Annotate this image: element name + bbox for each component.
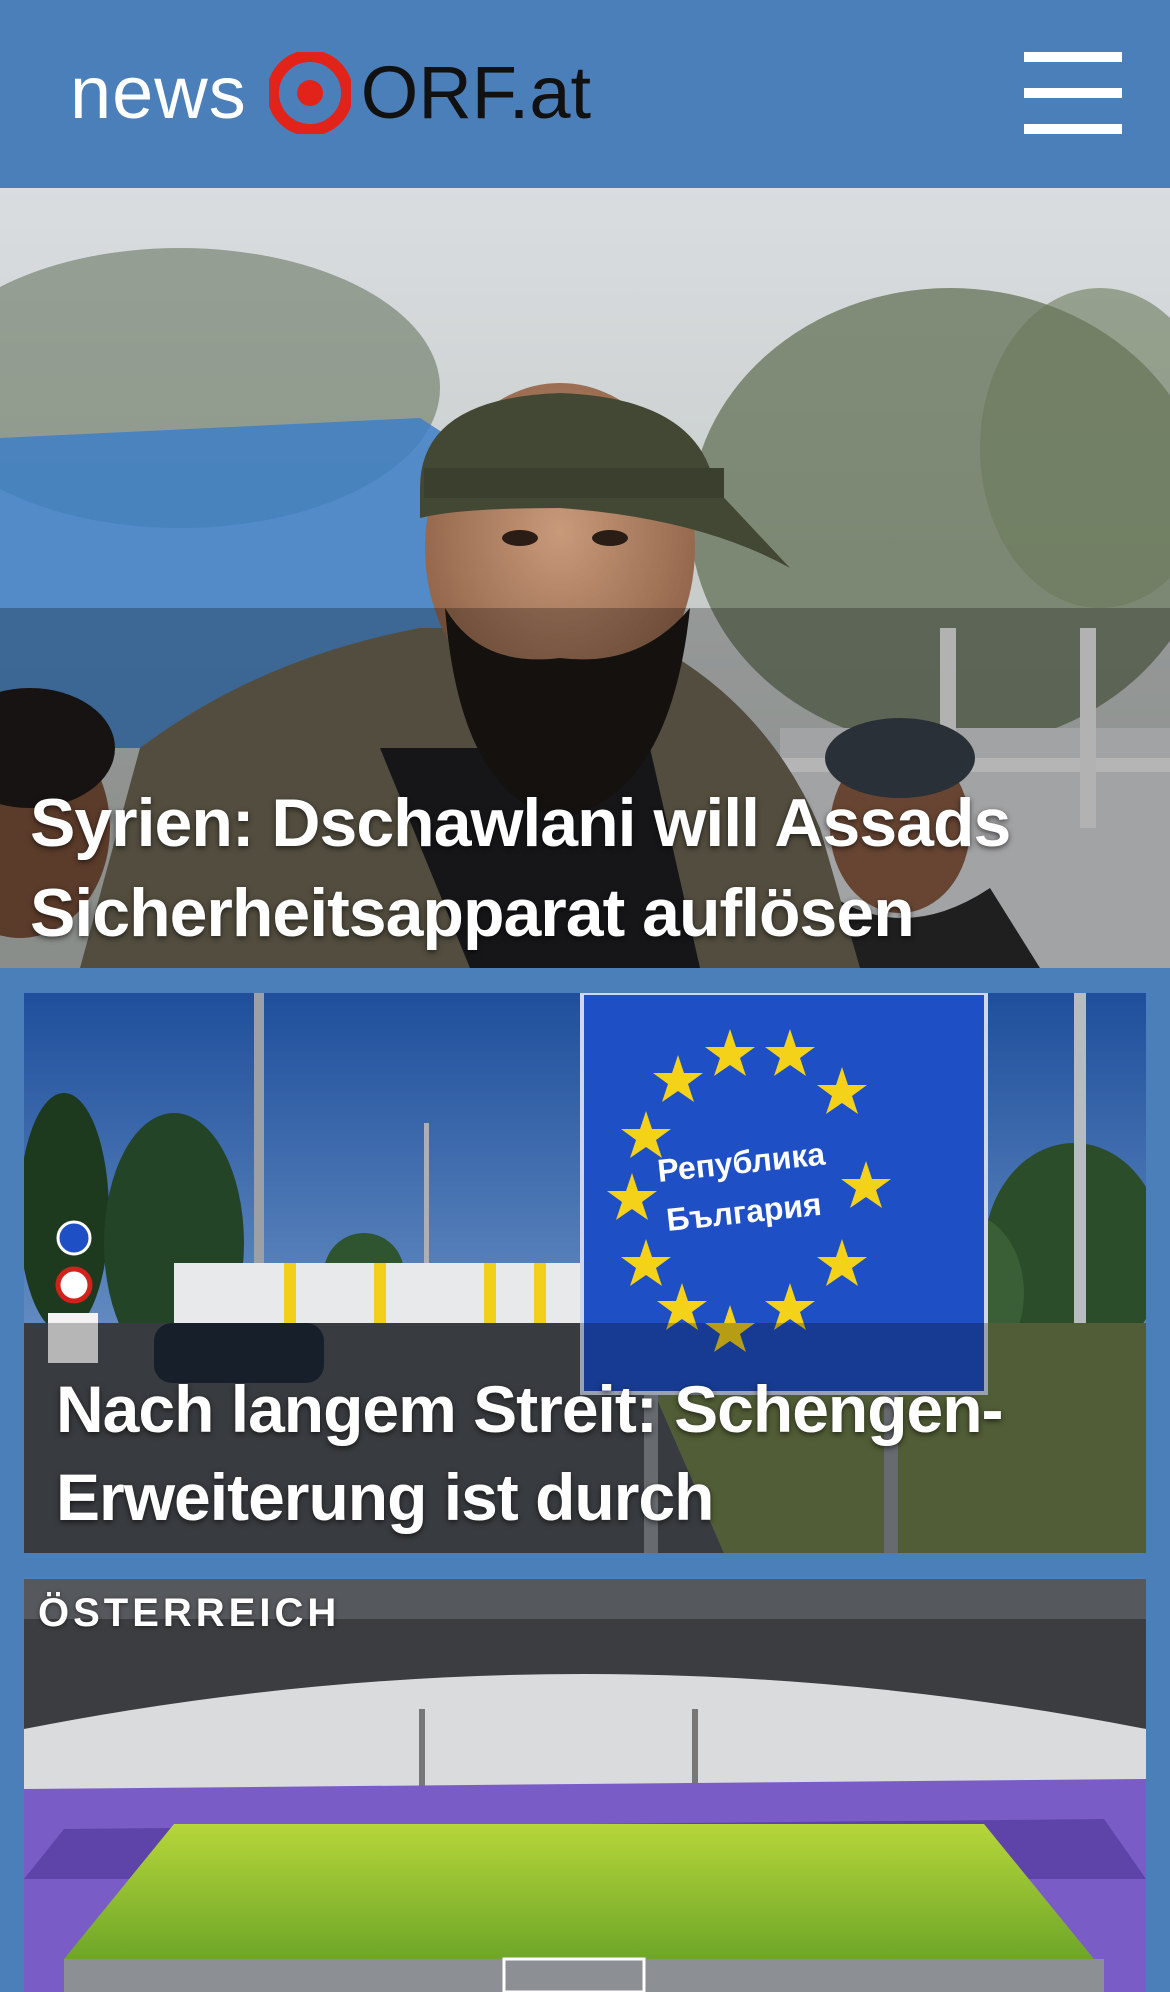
logo-news-text: news [70,51,247,134]
category-label: ÖSTERREICH [38,1591,341,1635]
headline-line: Sicherheitsapparat auflösen [30,875,915,951]
top-story-headline: Syrien: Dschawlani will Assads Sicherhei… [30,778,1130,958]
logo-orf-text: ORF.at [360,51,592,134]
headline-line: Nach langem Streit: Schengen- [56,1372,1004,1446]
news-orf-page: news ORF.at Syrien: Dschawlani will Assa… [0,0,1170,1992]
orf-news-logo[interactable]: news ORF.at [70,48,591,138]
stadium-photo [24,1579,1146,1992]
headline-line: Syrien: Dschawlani will Assads [30,785,1011,861]
top-header: news ORF.at [0,0,1170,188]
story-card-oesterreich[interactable]: ÖSTERREICH [24,1579,1146,1992]
schengen-headline: Nach langem Streit: Schengen- Erweiterun… [56,1365,1116,1541]
story-card-schengen[interactable]: Република България Nach langem Streit: S… [24,993,1146,1553]
orf-target-icon [266,50,353,136]
headline-line: Erweiterung ist durch [56,1460,714,1534]
hamburger-menu-icon[interactable] [1024,50,1122,136]
top-story-card[interactable]: Syrien: Dschawlani will Assads Sicherhei… [0,188,1170,968]
